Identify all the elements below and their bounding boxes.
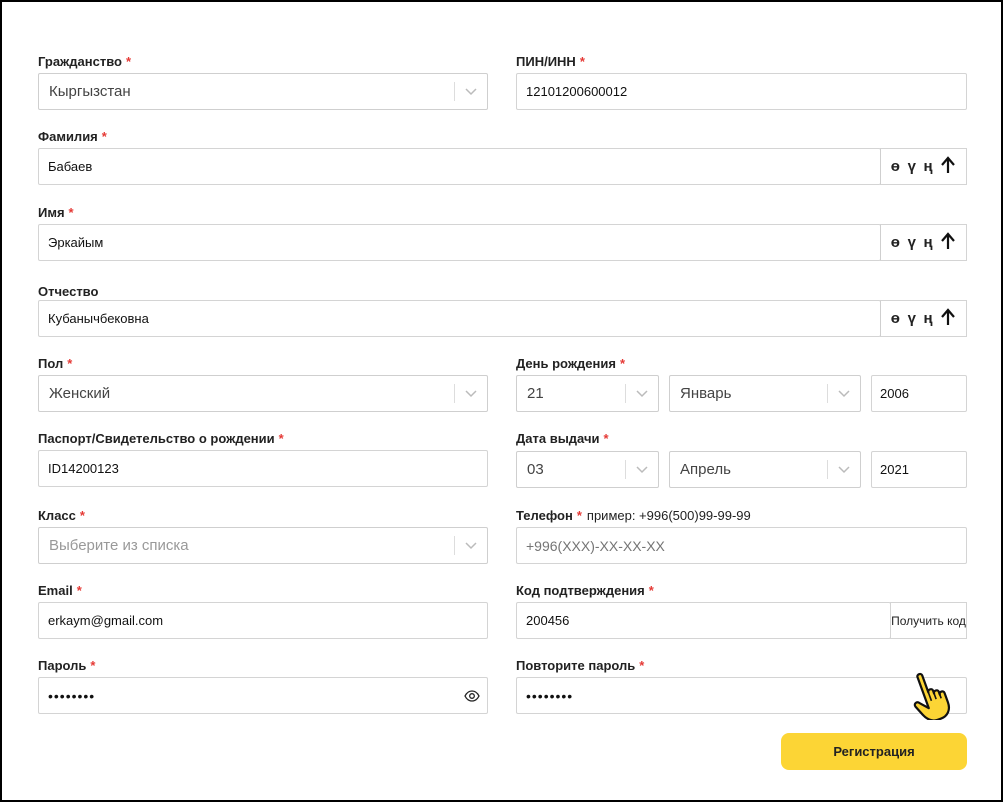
patronymic-input[interactable] <box>48 301 872 336</box>
register-button[interactable]: Регистрация <box>781 733 967 770</box>
class-placeholder: Выберите из списка <box>49 537 189 554</box>
surname-input[interactable] <box>48 149 872 184</box>
key-o-barred[interactable]: ө <box>891 310 900 327</box>
birthday-year-input[interactable] <box>880 376 958 411</box>
birthday-month-select[interactable]: Январь <box>669 375 861 412</box>
birthday-month-value: Январь <box>680 385 732 402</box>
issue-year-input[interactable] <box>880 452 958 487</box>
shift-arrow-up-icon[interactable] <box>940 231 956 254</box>
password-input[interactable] <box>48 678 479 713</box>
name-input[interactable] <box>48 225 872 260</box>
key-o-barred[interactable]: ө <box>891 234 900 251</box>
citizenship-value: Кыргызстан <box>49 83 131 100</box>
issue-day-select[interactable]: 03 <box>516 451 659 488</box>
key-n-descender[interactable]: ң <box>924 310 933 327</box>
phone-hint: пример: +996(500)99-99-99 <box>586 508 751 523</box>
issue-month-value: Апрель <box>680 461 731 478</box>
issue-year-field[interactable] <box>871 451 967 488</box>
chevron-down-icon[interactable] <box>625 452 659 487</box>
phone-input[interactable] <box>526 528 958 563</box>
key-u-straight[interactable]: ү <box>908 158 916 175</box>
code-label: Код подтверждения * <box>516 583 654 598</box>
issue-month-select[interactable]: Апрель <box>669 451 861 488</box>
patronymic-label: Отчество <box>38 284 99 299</box>
phone-field[interactable] <box>516 527 967 564</box>
get-code-button[interactable]: Получить код <box>890 602 967 639</box>
birthday-day-value: 21 <box>527 385 544 402</box>
chevron-down-icon[interactable] <box>625 376 659 411</box>
shift-arrow-up-icon[interactable] <box>940 307 956 330</box>
chevron-down-icon[interactable] <box>454 376 488 411</box>
code-input[interactable] <box>526 603 882 638</box>
class-label: Класс * <box>38 508 85 523</box>
pin-input[interactable] <box>526 74 958 109</box>
special-keys-name: ө ү ң <box>880 224 967 261</box>
eye-icon[interactable] <box>464 688 480 704</box>
key-u-straight[interactable]: ү <box>908 310 916 327</box>
chevron-down-icon[interactable] <box>827 376 861 411</box>
password-field[interactable] <box>38 677 488 714</box>
hand-pointer-icon <box>910 664 972 722</box>
gender-value: Женский <box>49 385 111 402</box>
name-field[interactable] <box>38 224 881 261</box>
passport-field[interactable] <box>38 450 488 487</box>
citizenship-select[interactable]: Кыргызстан <box>38 73 488 110</box>
repeat-password-label: Повторите пароль * <box>516 658 645 673</box>
key-n-descender[interactable]: ң <box>924 234 933 251</box>
email-label: Email * <box>38 583 82 598</box>
surname-label: Фамилия * <box>38 129 107 144</box>
chevron-down-icon[interactable] <box>454 74 488 109</box>
repeat-password-field[interactable] <box>516 677 967 714</box>
key-u-straight[interactable]: ү <box>908 234 916 251</box>
chevron-down-icon[interactable] <box>454 528 488 563</box>
key-n-descender[interactable]: ң <box>924 158 933 175</box>
birthday-year-field[interactable] <box>871 375 967 412</box>
shift-arrow-up-icon[interactable] <box>940 155 956 178</box>
surname-field[interactable] <box>38 148 881 185</box>
email-field[interactable] <box>38 602 488 639</box>
special-keys-patronymic: ө ү ң <box>880 300 967 337</box>
repeat-password-input[interactable] <box>526 678 958 713</box>
special-keys-surname: ө ү ң <box>880 148 967 185</box>
key-o-barred[interactable]: ө <box>891 158 900 175</box>
issue-date-label: Дата выдачи * <box>516 431 609 446</box>
pin-field[interactable] <box>516 73 967 110</box>
passport-input[interactable] <box>48 451 479 486</box>
issue-day-value: 03 <box>527 461 544 478</box>
patronymic-field[interactable] <box>38 300 881 337</box>
passport-label: Паспорт/Свидетельство о рождении * <box>38 431 284 446</box>
gender-label: Пол * <box>38 356 73 371</box>
citizenship-label: Гражданство * <box>38 54 132 69</box>
phone-label: Телефон * пример: +996(500)99-99-99 <box>516 508 751 523</box>
email-input[interactable] <box>48 603 479 638</box>
birthday-label: День рождения * <box>516 356 626 371</box>
password-label: Пароль * <box>38 658 96 673</box>
gender-select[interactable]: Женский <box>38 375 488 412</box>
birthday-day-select[interactable]: 21 <box>516 375 659 412</box>
code-field[interactable] <box>516 602 891 639</box>
class-select[interactable]: Выберите из списка <box>38 527 488 564</box>
name-label: Имя * <box>38 205 74 220</box>
pin-label: ПИН/ИНН * <box>516 54 585 69</box>
chevron-down-icon[interactable] <box>827 452 861 487</box>
